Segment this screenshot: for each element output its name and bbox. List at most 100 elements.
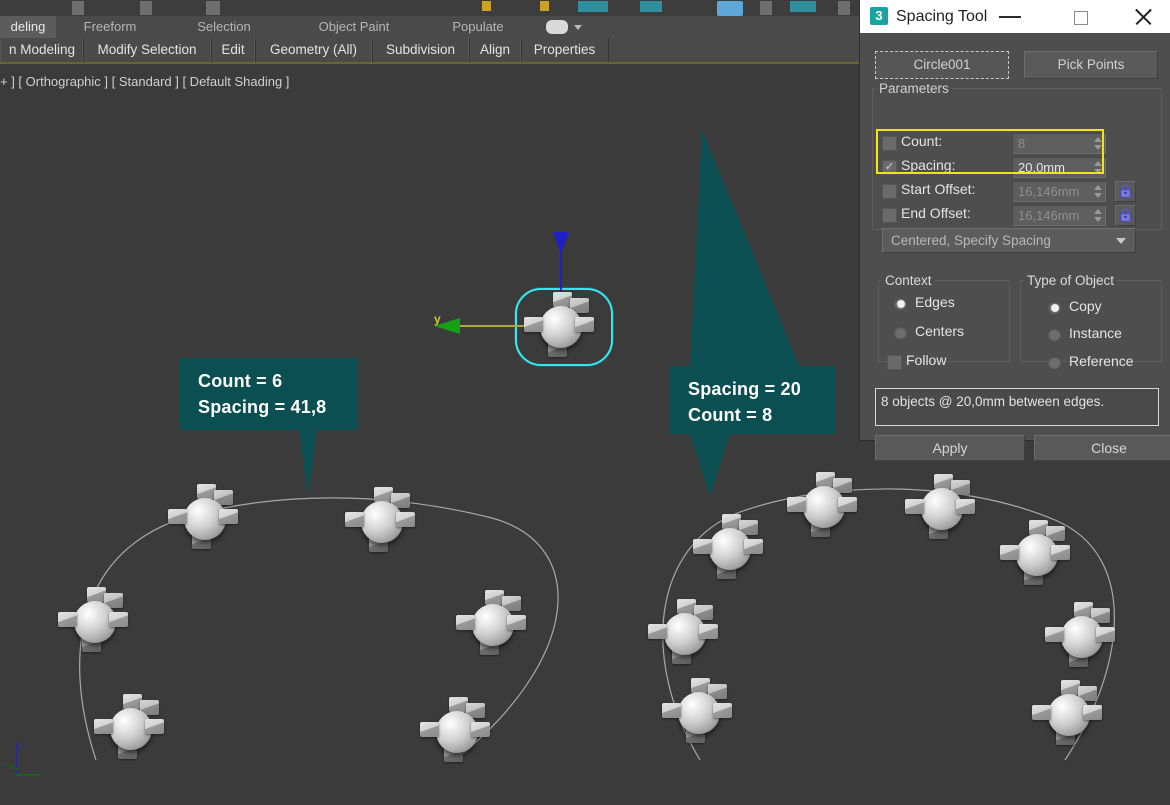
type-radio-copy[interactable]: Copy: [1048, 299, 1158, 317]
viewport-label[interactable]: + ] [ Orthographic ] [ Standard ] [ Defa…: [0, 74, 400, 92]
minimize-icon: [999, 16, 1021, 18]
close-button[interactable]: [1122, 0, 1168, 33]
type-radio-instance[interactable]: Instance: [1048, 326, 1158, 344]
spacing-mode-dropdown[interactable]: Centered, Specify Spacing: [882, 228, 1136, 253]
toolbar-icon-select[interactable]: [206, 1, 220, 15]
scene-object[interactable]: [1000, 518, 1074, 592]
ribbon-tab-modeling[interactable]: deling: [0, 16, 56, 38]
toolbar-icon-angle-snap[interactable]: [540, 1, 549, 11]
object-nub-right: [744, 539, 763, 554]
context-radio-centers-label: Centers: [915, 323, 964, 339]
scene-object[interactable]: [345, 485, 419, 559]
spacing-field[interactable]: 20,0mm: [1012, 157, 1106, 178]
chevron-down-icon[interactable]: [1116, 238, 1126, 244]
scene-object[interactable]: [662, 676, 736, 750]
toolbar-icon-layers[interactable]: [640, 1, 662, 12]
scene-object[interactable]: [693, 512, 767, 586]
start-offset-checkbox[interactable]: [882, 184, 897, 199]
world-axis-tripod: z: [6, 742, 46, 792]
ribbon-panel-subdivision[interactable]: Subdivision: [371, 38, 470, 62]
pick-object-button[interactable]: Circle001: [875, 51, 1009, 79]
count-checkbox[interactable]: [882, 136, 897, 151]
ribbon-panel-align[interactable]: Align: [468, 38, 522, 62]
object-nub-right: [1083, 705, 1102, 720]
scene-object[interactable]: [1045, 600, 1119, 674]
object-nub-right: [575, 317, 594, 332]
scene-object[interactable]: [905, 472, 979, 546]
spacing-checkbox[interactable]: ✓: [882, 160, 897, 175]
object-nub-left: [94, 719, 113, 734]
start-offset-field[interactable]: 16,146mm: [1012, 181, 1106, 202]
close-dialog-button[interactable]: Close: [1034, 435, 1170, 461]
context-radio-edges[interactable]: Edges: [894, 295, 994, 313]
scene-object[interactable]: [1032, 678, 1106, 752]
end-offset-row[interactable]: End Offset: 16,146mm: [882, 205, 1162, 225]
ribbon-tab-selection[interactable]: Selection: [176, 16, 272, 38]
count-row[interactable]: Count: 8: [882, 133, 1132, 153]
type-of-object-group-label: Type of Object: [1024, 273, 1117, 288]
object-nub-left: [1032, 705, 1051, 720]
spacing-row[interactable]: ✓ Spacing: 20,0mm: [882, 157, 1132, 177]
end-offset-value: 16,146mm: [1018, 206, 1079, 225]
spacing-spinner[interactable]: [1094, 160, 1102, 175]
ribbon-panel-properties[interactable]: Properties: [520, 38, 609, 62]
end-offset-field[interactable]: 16,146mm: [1012, 205, 1106, 226]
start-offset-spinner[interactable]: [1094, 184, 1102, 199]
count-value: 8: [1018, 134, 1025, 153]
toolbar-icon-redo[interactable]: [140, 1, 152, 15]
ribbon-tab-object-paint[interactable]: Object Paint: [295, 16, 413, 38]
minimize-button[interactable]: [987, 0, 1033, 33]
dialog-title: Spacing Tool: [896, 6, 987, 27]
chevron-down-icon[interactable]: [574, 25, 582, 30]
toolbar-icon-snap[interactable]: [482, 1, 491, 11]
ribbon-tab-populate[interactable]: Populate: [430, 16, 526, 38]
scene-object[interactable]: [787, 470, 861, 544]
pick-points-button[interactable]: Pick Points: [1024, 51, 1158, 79]
scene-object[interactable]: [648, 597, 722, 671]
context-follow-label: Follow: [906, 352, 946, 368]
scene-object[interactable]: [168, 482, 242, 556]
start-offset-row[interactable]: Start Offset: 16,146mm: [882, 181, 1162, 201]
dialog-title-bar[interactable]: 3 Spacing Tool: [860, 0, 1170, 33]
type-radio-reference[interactable]: Reference: [1048, 354, 1158, 372]
object-nub-right: [838, 497, 857, 512]
apply-button[interactable]: Apply: [875, 435, 1025, 461]
toolbar-icon-named-sets[interactable]: [578, 1, 608, 12]
object-nub-left: [58, 612, 77, 627]
count-spinner[interactable]: [1094, 136, 1102, 151]
object-nub-right: [1096, 627, 1115, 642]
ribbon-panel-polygon-modeling[interactable]: n Modeling: [0, 38, 84, 62]
end-offset-checkbox[interactable]: [882, 208, 897, 223]
ribbon-panel-geometry-all[interactable]: Geometry (All): [254, 38, 373, 62]
type-radio-instance-label: Instance: [1069, 325, 1122, 341]
ribbon-tab-freeform[interactable]: Freeform: [62, 16, 158, 38]
context-radio-centers[interactable]: Centers: [894, 324, 994, 342]
radio-dot-icon: [894, 326, 907, 339]
object-nub-left: [168, 509, 187, 524]
toolbar-icon-curve-editor[interactable]: [790, 1, 816, 12]
start-offset-lock-button[interactable]: [1115, 181, 1136, 202]
scene-object[interactable]: [94, 692, 168, 766]
ribbon-panel-modify-selection[interactable]: Modify Selection: [82, 38, 212, 62]
toolbar-icon-schematic[interactable]: [838, 1, 850, 15]
count-field[interactable]: 8: [1012, 133, 1106, 154]
gizmo-y-axis-label: y: [434, 312, 441, 326]
toolbar-icon-undo[interactable]: [72, 1, 84, 15]
scene-object[interactable]: [456, 588, 530, 662]
end-offset-spinner[interactable]: [1094, 208, 1102, 223]
gizmo-z-axis-arrow[interactable]: [553, 232, 569, 254]
toolbar-icon-mirror[interactable]: [717, 1, 743, 16]
status-box: 8 objects @ 20,0mm between edges.: [875, 388, 1159, 426]
scene-object[interactable]: [420, 695, 494, 769]
maximize-button[interactable]: [1060, 0, 1106, 33]
spacing-tool-dialog[interactable]: 3 Spacing Tool Circle001 Pick Points Par…: [860, 0, 1170, 440]
context-follow-checkbox[interactable]: Follow: [887, 353, 987, 371]
ribbon-overflow-icon[interactable]: [546, 20, 568, 34]
ribbon-panel-edit[interactable]: Edit: [210, 38, 256, 62]
world-axis-z: [16, 742, 18, 776]
world-axis-x: [16, 774, 40, 776]
end-offset-lock-button[interactable]: [1115, 205, 1136, 226]
toolbar-icon-align[interactable]: [760, 1, 772, 15]
app-icon: 3: [870, 7, 888, 25]
scene-object[interactable]: [58, 585, 132, 659]
